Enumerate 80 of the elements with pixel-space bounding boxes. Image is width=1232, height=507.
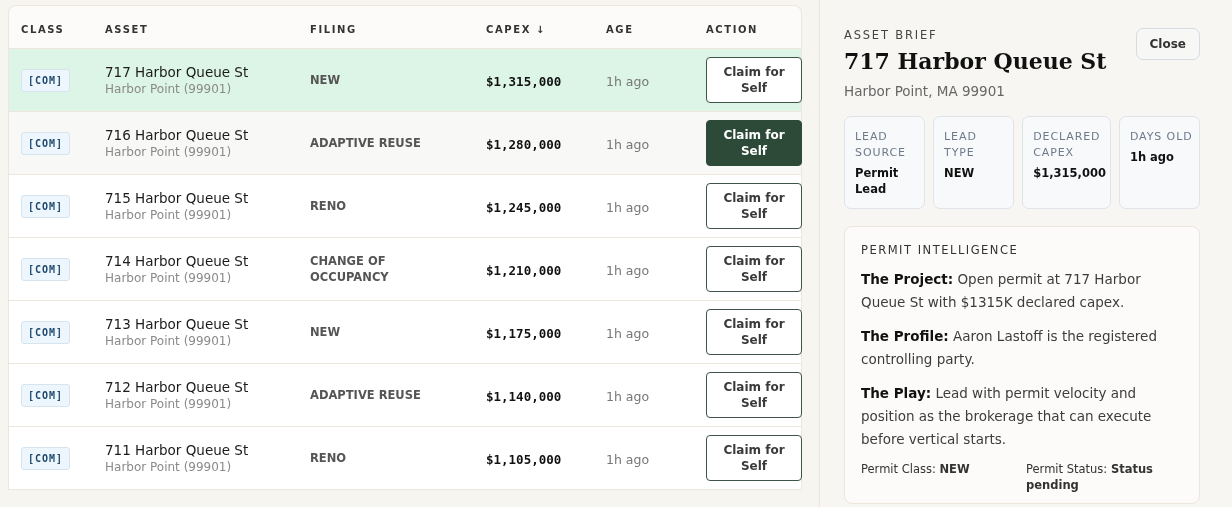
asset-address: 717 Harbor Queue St — [105, 64, 250, 80]
claim-button[interactable]: Claim for Self — [706, 57, 802, 103]
stat-value: 1h ago — [1129, 149, 1175, 165]
age-text: 1h ago — [606, 136, 650, 152]
class-tag: [COM] — [21, 131, 71, 155]
stat-label: DECLARED CAPEX — [1033, 129, 1102, 161]
asset-locality: Harbor Point (99901) — [105, 145, 233, 159]
asset-locality: Harbor Point (99901) — [105, 460, 233, 474]
column-header: CLASS — [21, 23, 65, 35]
asset-locality: Harbor Point (99901) — [105, 397, 233, 411]
asset-locality: Harbor Point (99901) — [105, 271, 233, 285]
stat-label: DAYS OLD — [1129, 129, 1194, 145]
claim-button[interactable]: Claim for Self — [706, 183, 802, 229]
asset-address: 713 Harbor Queue St — [105, 316, 250, 332]
table-row[interactable]: [COM] 717 Harbor Queue St Harbor Point (99901) NEW $1,315,000 1h ago Claim for Self — [9, 49, 801, 112]
intel-paragraph: The Profile: Aaron Lastoff is the registered controlling party. — [861, 327, 1158, 369]
filing-type: ADAPTIVE REUSE — [310, 387, 422, 403]
close-button[interactable]: Close — [1135, 28, 1200, 60]
age-text: 1h ago — [606, 325, 650, 341]
panel-title: 717 Harbor Queue St — [844, 48, 1107, 74]
class-tag: [COM] — [21, 194, 71, 218]
claim-button[interactable]: Claim for Self — [706, 435, 802, 481]
stat-label: LEAD SOURCE — [855, 129, 907, 161]
asset-address: 711 Harbor Queue St — [105, 442, 250, 458]
class-tag: [COM] — [21, 383, 71, 407]
claim-button[interactable]: Claim for Self — [706, 309, 802, 355]
capex-value: $1,105,000 — [486, 451, 562, 467]
capex-value: $1,140,000 — [486, 388, 562, 404]
class-tag: [COM] — [21, 257, 71, 281]
asset-address: 712 Harbor Queue St — [105, 379, 250, 395]
table-row[interactable]: [COM] 713 Harbor Queue St Harbor Point (99901) NEW $1,175,000 1h ago Claim for Self — [9, 301, 801, 364]
column-header: ASSET — [105, 23, 149, 35]
table-row[interactable]: [COM] 711 Harbor Queue St Harbor Point (99901) RENO $1,105,000 1h ago Claim for Self — [9, 427, 801, 490]
permit-fact: Permit Class: NEW — [861, 461, 971, 478]
asset-address: 716 Harbor Queue St — [105, 127, 250, 143]
filing-type: RENO — [310, 450, 348, 466]
panel-subtitle: Harbor Point, MA 99901 — [844, 83, 1006, 99]
table-row[interactable]: [COM] 712 Harbor Queue St Harbor Point (99901) ADAPTIVE REUSE $1,140,000 1h ago Claim for Self — [9, 364, 801, 427]
column-header: AGE — [606, 23, 634, 35]
claim-button[interactable]: Claim for Self — [706, 120, 802, 166]
class-tag: [COM] — [21, 68, 71, 92]
age-text: 1h ago — [606, 451, 650, 467]
asset-locality: Harbor Point (99901) — [105, 208, 233, 222]
panel-eyebrow: ASSET BRIEF — [844, 28, 939, 42]
capex-value: $1,175,000 — [486, 325, 562, 341]
claim-button[interactable]: Claim for Self — [706, 372, 802, 418]
filing-type: RENO — [310, 198, 348, 214]
stat-value: NEW — [944, 165, 976, 181]
section-heading: PERMIT INTELLIGENCE — [861, 243, 1020, 257]
intel-paragraph: The Play: Lead with permit velocity and position as the brokerage that can execute before vertical starts. — [861, 384, 1153, 449]
capex-value: $1,210,000 — [486, 262, 562, 278]
filing-type: ADAPTIVE REUSE — [310, 135, 422, 151]
column-header: ACTION — [706, 23, 759, 35]
capex-value: $1,280,000 — [486, 136, 562, 152]
age-text: 1h ago — [606, 199, 650, 215]
table-row[interactable]: [COM] 715 Harbor Queue St Harbor Point (99901) RENO $1,245,000 1h ago Claim for Self — [9, 175, 801, 238]
age-text: 1h ago — [606, 388, 650, 404]
asset-address: 714 Harbor Queue St — [105, 253, 250, 269]
stat-label: LEAD TYPE — [944, 129, 978, 161]
claim-button[interactable]: Claim for Self — [706, 246, 802, 292]
age-text: 1h ago — [606, 262, 650, 278]
class-tag: [COM] — [21, 320, 71, 344]
permit-fact: Permit Status: Status pending — [1026, 461, 1154, 493]
column-header: FILING — [310, 23, 357, 35]
age-text: 1h ago — [606, 73, 650, 89]
asset-address: 715 Harbor Queue St — [105, 190, 250, 206]
capex-value: $1,315,000 — [486, 73, 562, 89]
class-tag: [COM] — [21, 446, 71, 470]
filing-type: NEW — [310, 72, 342, 88]
asset-locality: Harbor Point (99901) — [105, 334, 233, 348]
column-header[interactable]: CAPEX ↓ — [486, 23, 546, 35]
asset-locality: Harbor Point (99901) — [105, 82, 233, 96]
stat-value: $1,315,000 — [1033, 165, 1106, 181]
table-row[interactable]: [COM] 716 Harbor Queue St Harbor Point (99901) ADAPTIVE REUSE $1,280,000 1h ago Claim for Self — [9, 112, 801, 175]
capex-value: $1,245,000 — [486, 199, 562, 215]
filing-type: CHANGE OF OCCUPANCY — [310, 253, 390, 285]
table-row[interactable]: [COM] 714 Harbor Queue St Harbor Point (99901) CHANGE OF OCCUPANCY $1,210,000 1h ago Claim for Self — [9, 238, 801, 301]
intel-paragraph: The Project: Open permit at 717 Harbor Queue St with $1315K declared capex. — [861, 270, 1142, 312]
stat-value: Permit Lead — [855, 165, 900, 197]
filing-type: NEW — [310, 324, 342, 340]
